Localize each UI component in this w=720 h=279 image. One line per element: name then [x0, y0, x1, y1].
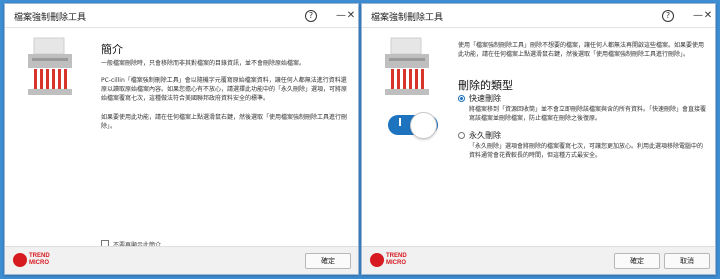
quick-delete-description: 將檔案移到「資源回收筒」並不會立即刪除該檔案與含的所有資料。「快速刪除」會直接覆… [469, 106, 707, 122]
dialog-footer: TREND MICRO 確定 [5, 246, 358, 274]
trend-micro-logo-icon [370, 253, 384, 267]
trend-micro-logo-icon [13, 253, 27, 267]
intro-paragraph: 使用「檔案強制刪除工具」刪除不想要的檔案，讓任何人都無法再開啟這些檔案。如果要使… [458, 42, 705, 58]
trend-micro-logo: TREND MICRO [13, 252, 59, 270]
quick-delete-label[interactable]: 快速刪除 [469, 93, 501, 104]
delete-type-dialog: 檔案強制刪除工具 ? — ✕ 使用「檔案強制刪除工具」刪除不想要的檔案，讓任何人… [361, 3, 716, 275]
intro-paragraph-2: PC-cillin「檔案強制刪除工具」會以隨機字元覆寫原始檔案資料，讓任何人都無… [101, 77, 348, 102]
permanent-delete-description: 「永久刪除」選項會將刪除的檔案覆寫七次，可讓您更加放心。利用此選項移除電腦中的資… [469, 143, 704, 159]
title-bar: 檔案強制刪除工具 ? — ✕ [5, 4, 358, 28]
intro-dialog: 檔案強制刪除工具 ? — ✕ 簡介 一般檔案刪除時，只會移除而非其對檔案的目錄資… [4, 3, 359, 275]
help-icon[interactable]: ? [662, 10, 674, 22]
title-bar: 檔案強制刪除工具 ? — ✕ [362, 4, 715, 28]
permanent-delete-radio[interactable] [458, 132, 465, 139]
window-title: 檔案強制刪除工具 [14, 13, 87, 23]
help-icon[interactable]: ? [305, 10, 317, 22]
close-icon[interactable]: ✕ [700, 8, 716, 24]
section-heading: 刪除的類型 [458, 79, 513, 92]
close-icon[interactable]: ✕ [343, 8, 359, 24]
page-title: 簡介 [101, 43, 123, 56]
trend-micro-logo: TREND MICRO [370, 252, 416, 270]
delete-mode-toggle[interactable] [388, 112, 438, 139]
ok-button[interactable]: 確定 [305, 253, 351, 269]
shredder-illustration [385, 37, 429, 95]
ok-button[interactable]: 確定 [614, 253, 660, 269]
permanent-delete-label[interactable]: 永久刪除 [469, 130, 501, 141]
dialog-footer: TREND MICRO 確定 取消 [362, 246, 715, 274]
shredder-illustration [28, 37, 72, 95]
quick-delete-radio[interactable] [458, 95, 465, 102]
window-title: 檔案強制刪除工具 [371, 13, 444, 23]
cancel-button[interactable]: 取消 [664, 253, 710, 269]
intro-paragraph-1: 一般檔案刪除時，只會移除而非其對檔案的目錄資訊，並不會刪除原始檔案。 [101, 60, 306, 67]
intro-paragraph-3: 如果要使用此功能，請在任何檔案上點選滑鼠右鍵，然後選取「使用檔案強制刪除工具進行… [101, 114, 348, 130]
